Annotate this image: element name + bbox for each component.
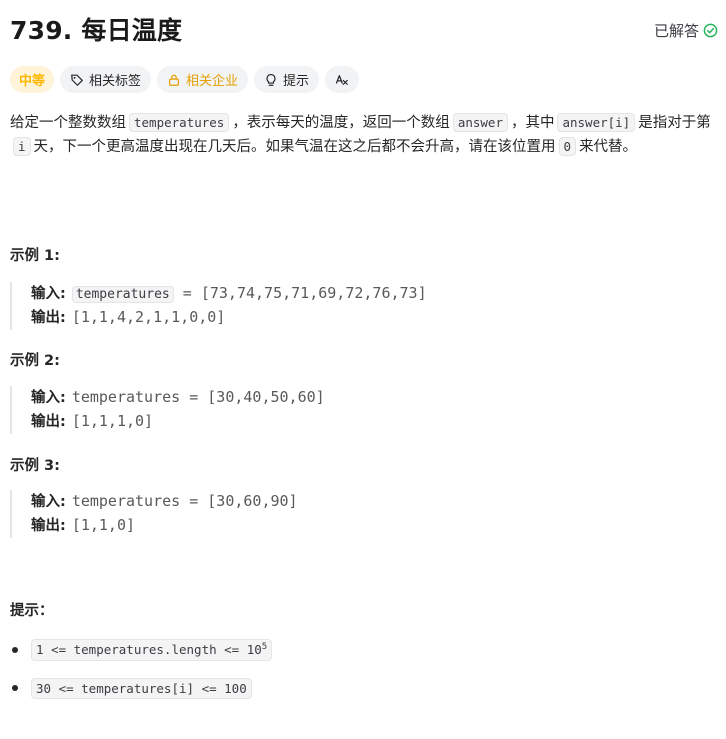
hint-label: 提示 <box>283 74 310 89</box>
problem-title: 739. 每日温度 <box>10 16 183 45</box>
input-value: = [73,74,75,71,69,72,76,73] <box>173 284 427 302</box>
output-label: 输出: <box>31 414 66 430</box>
output-value: [1,1,1,0] <box>71 412 154 430</box>
description-text: 给定一个整数数组 <box>10 115 126 131</box>
bullet-icon <box>12 647 18 653</box>
example-input-line: 输入: temperatures = [30,60,90] <box>31 490 716 514</box>
example-3-title: 示例 3: <box>10 458 60 474</box>
input-label: 输入: <box>31 286 66 302</box>
output-label: 输出: <box>31 518 66 534</box>
difficulty-badge: 中等 <box>10 66 55 93</box>
inline-code: i <box>13 137 31 156</box>
check-circle-icon <box>703 23 718 38</box>
inline-code: temperatures <box>71 286 174 303</box>
example-output-line: 输出: [1,1,1,0] <box>31 410 716 434</box>
input-value: = [30,60,90] <box>180 492 298 510</box>
list-item: 30 <= temperatures[i] <= 100 <box>10 676 272 700</box>
description-text: ，其中 <box>510 115 555 131</box>
input-label: 输入: <box>31 494 66 510</box>
inline-code: answer[i] <box>557 113 636 132</box>
constraints-list: 1 <= temperatures.length <= 105 30 <= te… <box>10 638 273 714</box>
example-3-block: 输入: temperatures = [30,60,90] 输出: [1,1,0] <box>10 490 716 538</box>
lightbulb-icon <box>266 73 276 86</box>
tag-bar: 中等 相关标签 相关企业 提示 <box>10 66 360 93</box>
related-tags-button[interactable]: 相关标签 <box>60 66 152 93</box>
related-companies-button[interactable]: 相关企业 <box>157 66 249 93</box>
inline-code: temperatures <box>129 113 230 132</box>
input-label: 输入: <box>31 390 66 406</box>
constraint-text: 1 <= temperatures.length <= 10 <box>36 642 262 658</box>
example-input-line: 输入: temperatures = [30,40,50,60] <box>31 386 716 410</box>
difficulty-label: 中等 <box>19 74 46 89</box>
solved-label: 已解答 <box>653 22 699 40</box>
input-var: temperatures <box>71 492 181 510</box>
example-2-title: 示例 2: <box>10 353 60 369</box>
constraints-title: 提示： <box>10 603 54 619</box>
example-input-line: 输入: temperatures = [73,74,75,71,69,72,76,… <box>31 282 716 306</box>
description-text: 来代替。 <box>579 139 638 155</box>
lock-icon <box>169 74 180 86</box>
translate-button[interactable] <box>325 66 360 93</box>
bullet-icon <box>12 685 18 691</box>
related-companies-label: 相关企业 <box>186 74 239 89</box>
output-value: [1,1,4,2,1,1,0,0] <box>71 308 226 326</box>
example-output-line: 输出: [1,1,0] <box>31 514 716 538</box>
solved-status: 已解答 <box>654 20 718 41</box>
constraint-exponent: 5 <box>261 642 268 653</box>
translate-icon <box>335 74 348 85</box>
problem-header: 739. 每日温度 已解答 <box>10 14 718 48</box>
example-1-block: 输入: temperatures = [73,74,75,71,69,72,76,… <box>10 282 716 330</box>
example-2-block: 输入: temperatures = [30,40,50,60] 输出: [1,1,… <box>10 386 716 434</box>
output-label: 输出: <box>31 310 66 326</box>
inline-code: answer <box>452 113 508 132</box>
example-output-line: 输出: [1,1,4,2,1,1,0,0] <box>31 306 716 330</box>
example-1-title: 示例 1: <box>10 248 60 264</box>
constraint-code: 30 <= temperatures[i] <= 100 <box>31 677 252 699</box>
hint-button[interactable]: 提示 <box>254 66 320 93</box>
description-text: 天，下一个更高温度出现在几天后。如果气温在这之后都不会升高，请在该位置用 <box>33 139 556 155</box>
input-var: temperatures <box>71 388 181 406</box>
description-text: 是指对于第 <box>638 115 711 131</box>
constraint-text: 30 <= temperatures[i] <= 100 <box>36 680 247 696</box>
inline-code: 0 <box>558 137 577 156</box>
problem-description: 给定一个整数数组 temperatures ，表示每天的温度，返回一个数组 answe… <box>10 111 716 159</box>
list-item: 1 <= temperatures.length <= 105 <box>10 638 273 662</box>
output-value: [1,1,0] <box>71 516 136 534</box>
input-value: = [30,40,50,60] <box>180 388 325 406</box>
tag-icon <box>71 74 83 86</box>
related-tags-label: 相关标签 <box>89 74 142 89</box>
constraint-code: 1 <= temperatures.length <= 105 <box>31 639 273 661</box>
description-text: ，表示每天的温度，返回一个数组 <box>232 115 450 131</box>
